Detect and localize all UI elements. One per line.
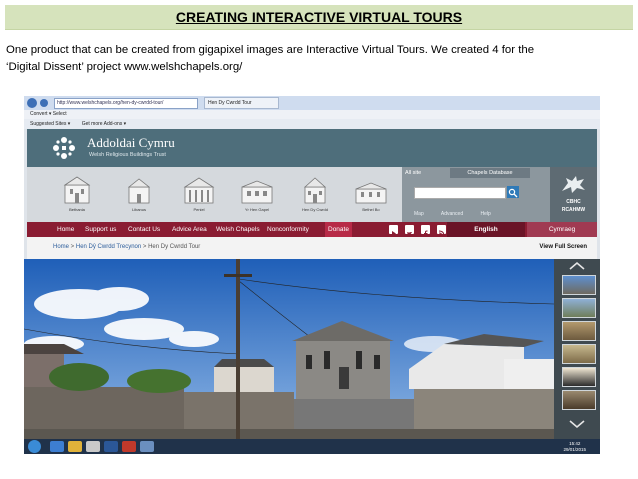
site-subtitle: Welsh Religious Buildings Trust	[89, 152, 166, 158]
slide-title-bar: CREATING INTERACTIVE VIRTUAL TOURS	[5, 5, 633, 30]
folder-icon[interactable]	[68, 441, 82, 452]
clock-date: 29/01/2015	[563, 446, 586, 452]
windows-taskbar: 15:42 29/01/2015	[24, 439, 600, 454]
twitter-icon[interactable]	[405, 225, 414, 236]
site-logo-icon[interactable]	[51, 135, 77, 161]
nav-home[interactable]: Home	[57, 222, 74, 237]
intro-line-2: ‘Digital Dissent’ project www.welshchape…	[6, 61, 243, 73]
chapel-icon	[241, 180, 273, 204]
nav-contact-us[interactable]: Contact Us	[128, 222, 160, 237]
slide-title: CREATING INTERACTIVE VIRTUAL TOURS	[175, 9, 463, 25]
site-banner: Addoldai Cymru Welsh Religious Buildings…	[27, 129, 597, 167]
tour-thumbnail[interactable]	[562, 298, 596, 318]
tour-thumbnail[interactable]	[562, 390, 596, 410]
chapel-item[interactable]: Yr Hen Gapel	[237, 175, 277, 212]
facebook-icon[interactable]	[421, 225, 430, 237]
intro-text: One product that can be created from gig…	[6, 42, 632, 76]
browser-tab[interactable]: Hen Dy Cwrdd Tour	[204, 97, 279, 109]
chapel-label: Peniel	[193, 207, 205, 212]
tab-all-site[interactable]: All site	[405, 170, 421, 176]
browser-menu[interactable]: Convert ▾ Select	[24, 110, 600, 119]
chapel-label: Hen Dy Cwrdd	[301, 207, 328, 212]
forward-icon[interactable]	[40, 99, 48, 107]
virtual-tour-panorama[interactable]	[24, 259, 554, 442]
link-help[interactable]: Help	[481, 211, 491, 217]
search-input[interactable]	[414, 187, 506, 199]
tour-thumbnail[interactable]	[562, 321, 596, 341]
chapel-item[interactable]: Peniel	[179, 175, 219, 212]
search-panel: All site Chapels Database Map Advanced H…	[402, 167, 550, 222]
chapel-item[interactable]: Bethel Bo	[351, 175, 391, 212]
rss-icon[interactable]	[437, 225, 446, 237]
nav-support-us[interactable]: Support us	[85, 222, 116, 237]
ie-logo-icon[interactable]	[50, 441, 64, 452]
link-map[interactable]: Map	[414, 211, 424, 217]
chapel-label: Libanus	[131, 207, 146, 212]
breadcrumb-current: Hen Dy Cwrdd Tour	[148, 244, 201, 250]
play-icon[interactable]	[389, 225, 398, 236]
dragon-icon	[562, 176, 585, 193]
breadcrumb: Home > Hen Dŷ Cwrdd Trecynon > Hen Dy Cw…	[27, 237, 597, 259]
chapel-label: Yr Hen Gapel	[244, 207, 270, 212]
view-full-screen-link[interactable]: View Full Screen	[539, 244, 587, 250]
favorites-bar: Suggested Sites ▾ Get more Add-ons ▾	[24, 119, 600, 129]
main-nav: Home Support us Contact Us Advice Area W…	[27, 222, 597, 237]
chapel-item[interactable]: Hen Dy Cwrdd	[295, 175, 335, 212]
lang-cymraeg[interactable]: Cymraeg	[527, 222, 597, 237]
breadcrumb-home[interactable]: Home	[53, 244, 69, 250]
site-title: Addoldai Cymru	[87, 135, 175, 150]
breadcrumb-text: Home > Hen Dŷ Cwrdd Trecynon > Hen Dy Cw…	[53, 244, 200, 250]
chapel-label: Bethania	[69, 207, 85, 212]
chapel-item[interactable]: Bethania	[57, 175, 97, 212]
org-line-1: CBHC	[566, 199, 581, 205]
tour-thumbnail[interactable]	[562, 275, 596, 295]
chapel-strip: Bethania Libanus Peniel Yr Hen Gapel Hen…	[27, 167, 402, 222]
tour-thumbnail[interactable]	[562, 367, 596, 387]
lang-english[interactable]: English	[447, 222, 525, 237]
chevron-up-icon[interactable]	[568, 261, 586, 271]
org-line-2: RCAHMW	[561, 207, 586, 213]
app-icon[interactable]	[140, 441, 154, 452]
nav-advice-area[interactable]: Advice Area	[172, 222, 207, 237]
link-advanced[interactable]: Advanced	[441, 211, 463, 217]
chevron-down-icon[interactable]	[568, 419, 586, 429]
back-icon[interactable]	[27, 98, 37, 108]
chapel-icon	[63, 176, 91, 204]
windows-start-icon[interactable]	[28, 440, 41, 453]
website-screenshot: http://www.welshchapels.org/hen-dy-cwrdd…	[24, 96, 600, 454]
tab-chapels-database[interactable]: Chapels Database	[450, 168, 530, 178]
address-bar[interactable]: http://www.welshchapels.org/hen-dy-cwrdd…	[54, 97, 198, 109]
word-icon[interactable]	[104, 441, 118, 452]
breadcrumb-sep: >	[69, 244, 76, 250]
breadcrumb-chapel[interactable]: Hen Dŷ Cwrdd Trecynon	[76, 244, 141, 250]
search-icon	[508, 188, 518, 198]
nav-nonconformity[interactable]: Nonconformity	[267, 222, 309, 237]
fav-addons[interactable]: Get more Add-ons ▾	[82, 121, 126, 127]
chapel-item[interactable]: Libanus	[119, 175, 159, 212]
chapel-icon	[303, 177, 327, 204]
media-icon[interactable]	[86, 441, 100, 452]
search-links: Map Advanced Help	[414, 211, 507, 217]
search-button[interactable]	[507, 186, 519, 198]
rcahmw-logo[interactable]: CBHC RCAHMW	[550, 167, 597, 222]
intro-line-1: One product that can be created from gig…	[6, 44, 535, 56]
fav-suggested[interactable]: Suggested Sites ▾	[30, 121, 70, 127]
tour-thumbnail[interactable]	[562, 344, 596, 364]
chapel-icon	[355, 182, 387, 204]
chapel-label: Bethel Bo	[362, 207, 380, 212]
chapel-icon	[183, 177, 215, 204]
system-clock[interactable]: 15:42 29/01/2015	[563, 441, 586, 452]
nav-donate[interactable]: Donate	[325, 222, 352, 237]
nav-welsh-chapels[interactable]: Welsh Chapels	[216, 222, 260, 237]
browser-toolbar: http://www.welshchapels.org/hen-dy-cwrdd…	[24, 96, 600, 110]
tour-thumbnail-rail	[554, 259, 600, 442]
chapel-icon	[127, 178, 151, 204]
app-icon[interactable]	[122, 441, 136, 452]
